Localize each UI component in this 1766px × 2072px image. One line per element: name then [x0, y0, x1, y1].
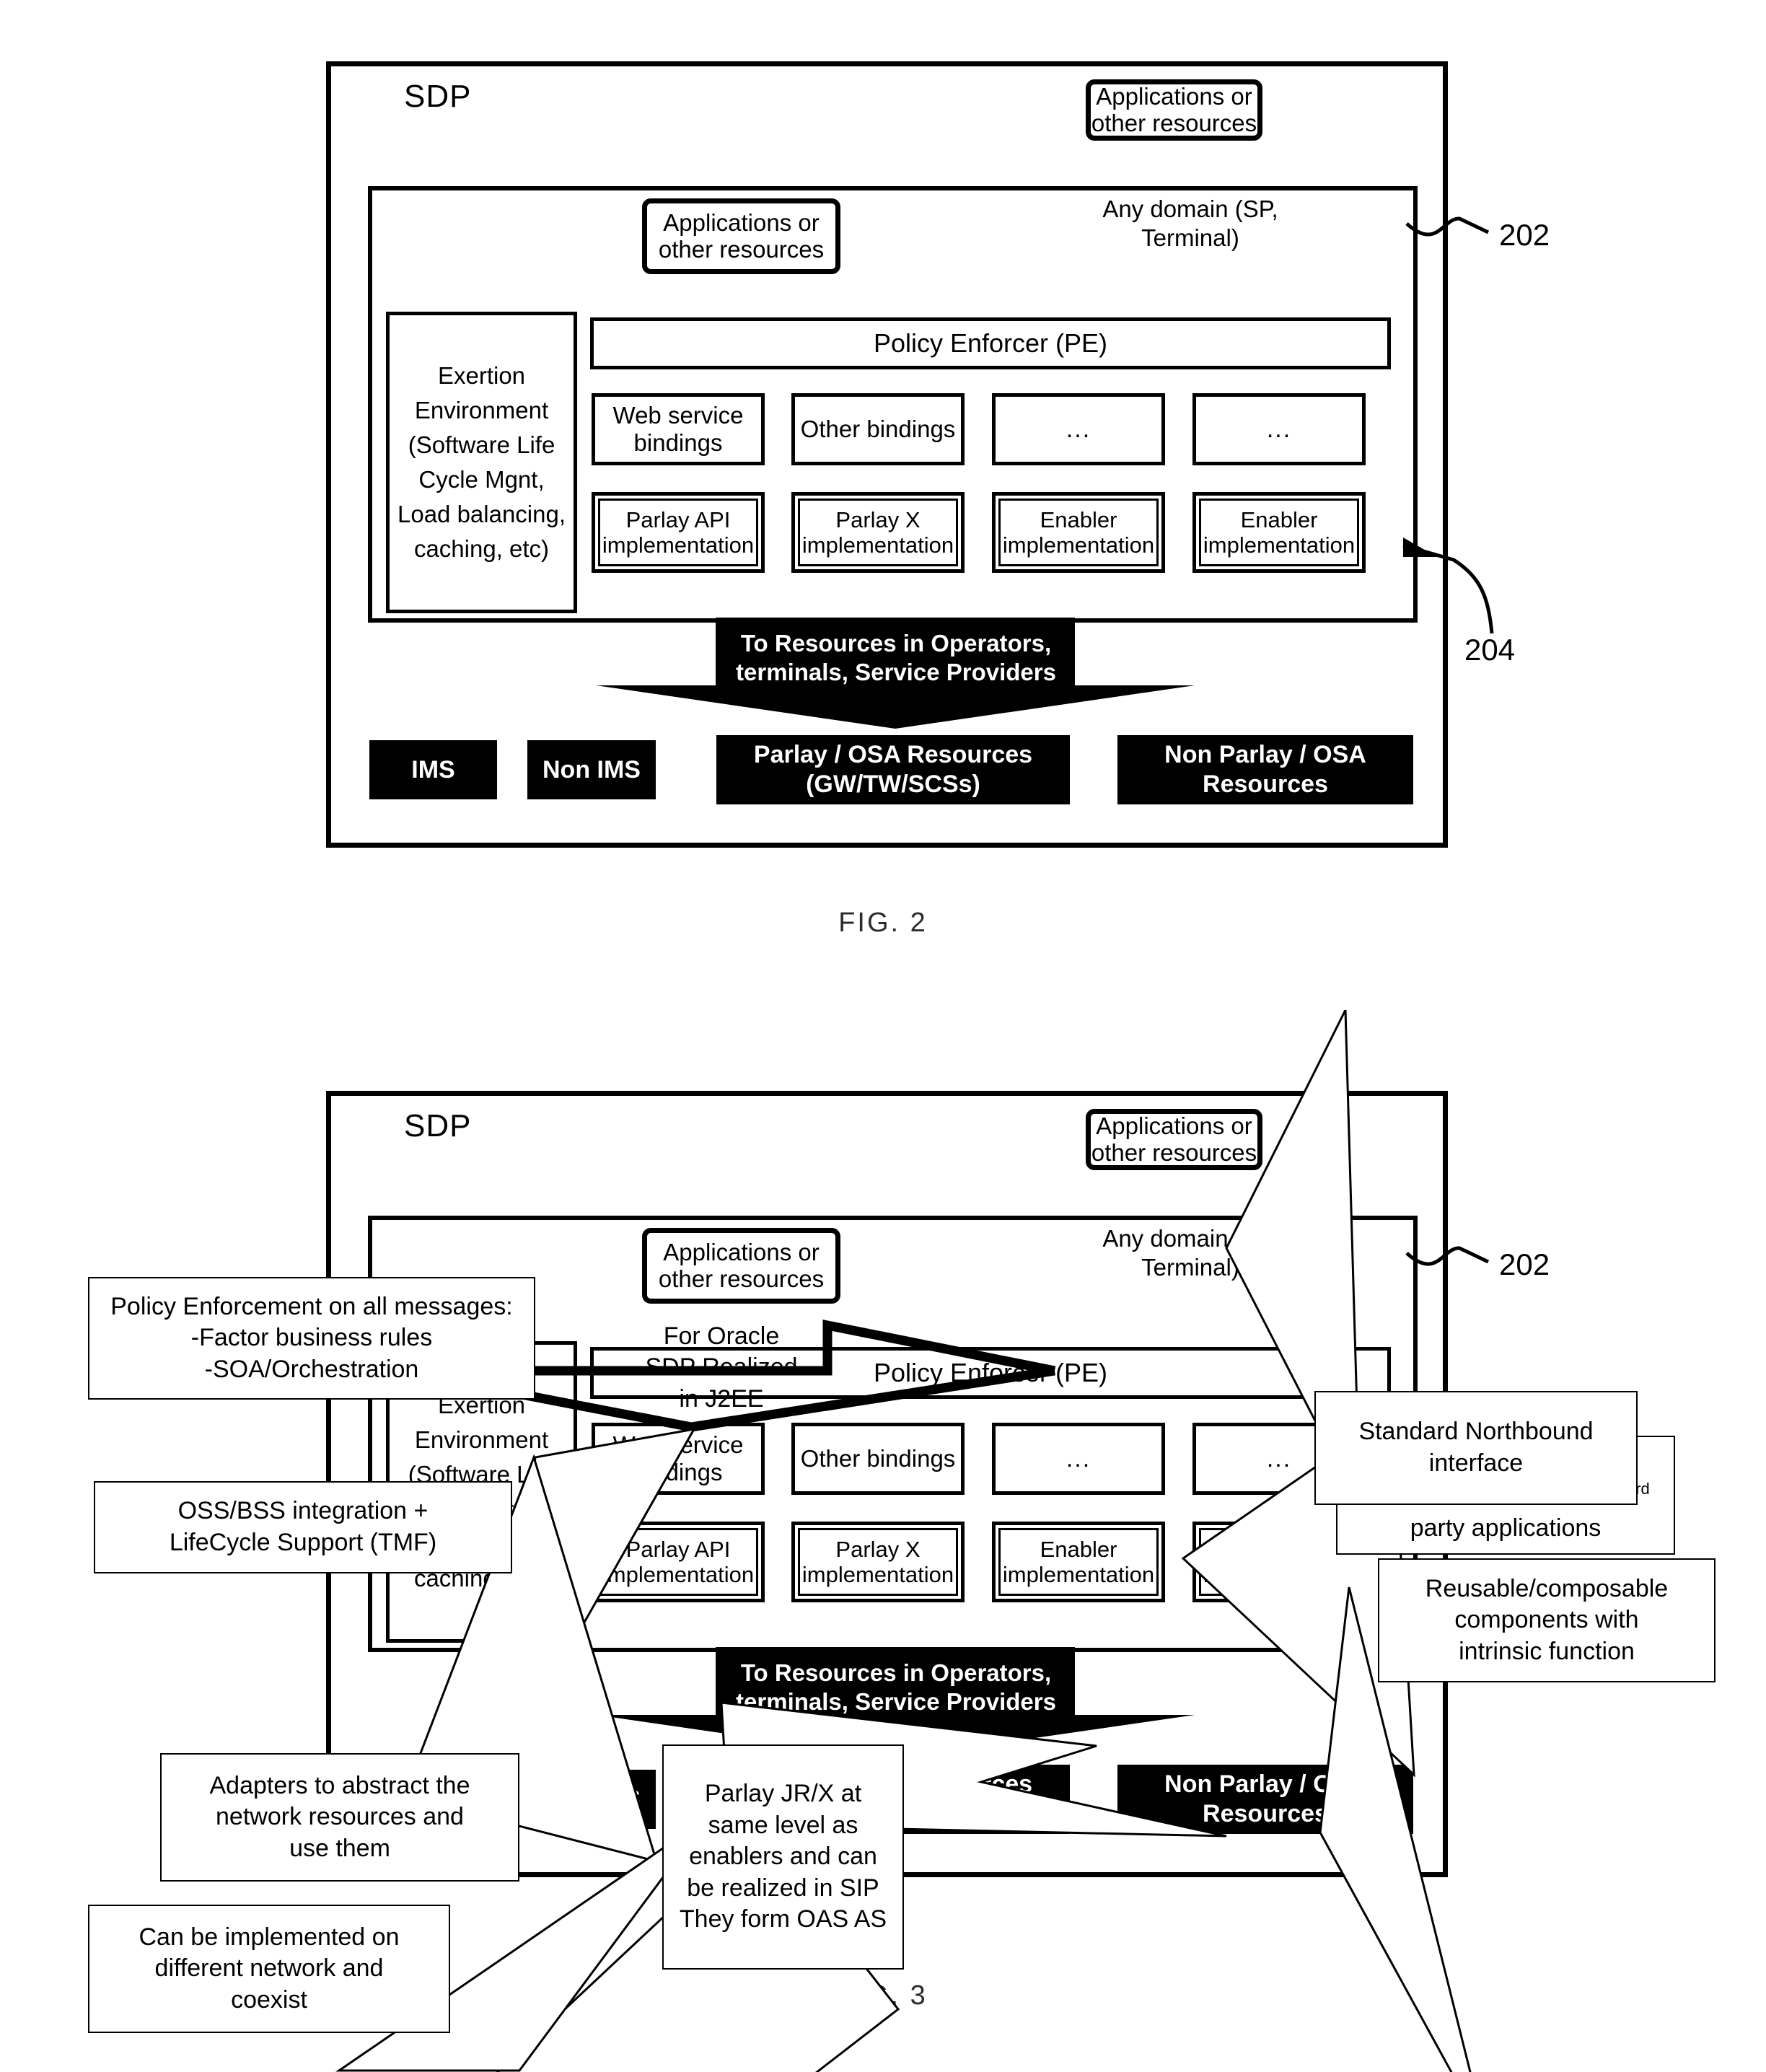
fig2-reference-202: 202: [1499, 218, 1550, 252]
fig3-resource-box-1: Non IMS: [527, 1770, 656, 1829]
fig3-implementation-box-2: Enabler implementation: [992, 1522, 1165, 1602]
fig3-binding-box-2: ...: [992, 1423, 1165, 1495]
fig3-callout-can-be-implemented: Can be implemented on different network …: [88, 1905, 450, 2033]
fig3-binding-label-1: Other bindings: [800, 1445, 956, 1472]
fig2-binding-label-0: Web service bindings: [612, 402, 744, 456]
fig3-arrow-label: To Resources in Operators, terminals, Se…: [736, 1659, 1056, 1715]
fig3-binding-label-0: Web service bindings: [612, 1431, 744, 1485]
fig3-callout-oss-bss: OSS/BSS integration + LifeCycle Support …: [94, 1481, 512, 1573]
fig3-implementation-label-3: Enabler implementation: [1203, 1536, 1356, 1587]
figure-2: SDP Applications or other resources Any …: [0, 0, 1766, 967]
fig2-implementation-box-1: Parlay X implementation: [791, 492, 965, 573]
fig2-policy-enforcer-box: Policy Enforcer (PE): [590, 317, 1391, 369]
fig3-callout-reusable-label: Reusable/composable components with intr…: [1425, 1574, 1669, 1665]
fig2-resource-box-2: Parlay / OSA Resources (GW/TW/SCSs): [716, 735, 1070, 804]
fig2-binding-box-3: ...: [1192, 393, 1366, 465]
fig2-policy-enforcer-label: Policy Enforcer (PE): [873, 328, 1108, 359]
fig3-implementation-label-1: Parlay X implementation: [801, 1536, 954, 1587]
fig3-callout-oracle-j2ee-label: For Oracle SDP Realized in J2EE: [645, 1322, 798, 1413]
fig3-resource-label-1: Non IMS: [542, 1785, 641, 1813]
fig3-binding-box-1: Other bindings: [791, 1423, 965, 1495]
fig2-reference-204: 204: [1464, 633, 1516, 667]
fig3-callout-parlay-jrx-label: Parlay JR/X at same level as enablers an…: [679, 1780, 887, 1933]
fig3-top-applications-label: Applications or other resources: [1091, 1112, 1257, 1166]
fig2-implementation-box-0: Parlay API implementation: [592, 492, 765, 573]
fig3-sdp-label: SDP: [404, 1108, 472, 1143]
figure-3: SDP Applications or other resources Any …: [0, 1010, 1766, 2072]
fig2-resource-label-1: Non IMS: [542, 755, 641, 783]
fig2-resource-label-0: IMS: [411, 755, 455, 783]
fig3-caption: FIG. 3: [838, 1980, 928, 2011]
fig3-binding-box-0: Web service bindings: [592, 1423, 765, 1495]
fig3-policy-enforcer-label: Policy Enforcer (PE): [873, 1358, 1108, 1388]
fig3-implementation-label-0: Parlay API implementation: [602, 1536, 755, 1587]
fig2-binding-label-1: Other bindings: [800, 416, 956, 443]
fig2-resource-box-1: Non IMS: [527, 740, 656, 799]
fig2-implementation-label-3: Enabler implementation: [1203, 506, 1356, 558]
fig3-resource-box-3: Non Parlay / OSA Resources: [1117, 1765, 1413, 1834]
fig2-binding-box-1: Other bindings: [791, 393, 965, 465]
fig2-implementation-label-1: Parlay X implementation: [801, 506, 954, 558]
fig2-resource-label-3: Non Parlay / OSA Resources: [1164, 741, 1366, 798]
fig3-inner-applications-label: Applications or other resources: [658, 1238, 825, 1292]
fig2-any-domain-label: Any domain (SP, Terminal): [1102, 196, 1278, 251]
fig2-binding-box-2: ...: [992, 393, 1165, 465]
fig2-arrow-label: To Resources in Operators, terminals, Se…: [736, 630, 1056, 685]
fig3-callout-northbound-label: Standard Northbound interface: [1358, 1418, 1594, 1477]
fig2-binding-label-2: ...: [1066, 415, 1091, 443]
fig3-any-domain-label: Any domain (SP, Terminal): [1102, 1225, 1278, 1281]
fig3-binding-label-3: ...: [1266, 1444, 1292, 1472]
fig2-inner-applications-box: Applications or other resources: [642, 198, 840, 274]
fig3-defines-line-3: party applications: [1410, 1514, 1602, 1542]
fig3-implementation-label-2: Enabler implementation: [1002, 1536, 1155, 1587]
fig3-callout-parlay-jrx: Parlay JR/X at same level as enablers an…: [662, 1744, 904, 1970]
fig3-callout-northbound-text: Standard Northbound interface: [1314, 1391, 1638, 1505]
fig3-callout-adapters: Adapters to abstract the network resourc…: [160, 1753, 519, 1882]
fig2-inner-applications-label: Applications or other resources: [658, 208, 825, 263]
fig3-defines-superscript: rd: [1635, 1480, 1650, 1498]
fig2-implementation-box-2: Enabler implementation: [992, 492, 1165, 573]
fig3-inner-applications-box: Applications or other resources: [642, 1228, 840, 1304]
fig3-callout-policy-enforcement: Policy Enforcement on all messages: -Fac…: [88, 1277, 535, 1400]
fig3-callout-adapters-label: Adapters to abstract the network resourc…: [209, 1771, 470, 1862]
fig2-sdp-label: SDP: [404, 79, 472, 114]
fig2-binding-label-3: ...: [1266, 415, 1292, 443]
fig2-implementation-label-0: Parlay API implementation: [602, 506, 755, 558]
fig3-implementation-box-0: Parlay API implementation: [592, 1522, 765, 1602]
fig3-reference-202: 202: [1499, 1247, 1550, 1281]
fig2-top-applications-box: Applications or other resources: [1086, 79, 1262, 141]
fig3-callout-oracle-j2ee: For Oracle SDP Realized in J2EE: [620, 1314, 822, 1421]
fig2-exertion-environment-label: Exertion Environment (Software Life Cycl…: [397, 362, 566, 562]
fig3-implementation-box-1: Parlay X implementation: [791, 1522, 965, 1602]
fig2-implementation-box-3: Enabler implementation: [1192, 492, 1366, 573]
fig3-binding-label-2: ...: [1066, 1444, 1091, 1472]
fig3-callout-oss-bss-label: OSS/BSS integration + LifeCycle Support …: [169, 1497, 437, 1556]
fig2-binding-box-0: Web service bindings: [592, 393, 765, 465]
fig2-top-applications-label: Applications or other resources: [1091, 82, 1257, 136]
fig2-caption: FIG. 2: [838, 908, 928, 938]
fig3-top-applications-box: Applications or other resources: [1086, 1109, 1262, 1170]
fig3-callout-can-be-implemented-label: Can be implemented on different network …: [139, 1923, 400, 2014]
fig3-resource-label-3: Non Parlay / OSA Resources: [1164, 1770, 1366, 1827]
fig2-resource-label-2: Parlay / OSA Resources (GW/TW/SCSs): [753, 741, 1033, 798]
fig2-implementation-label-2: Enabler implementation: [1002, 506, 1155, 558]
fig3-callout-policy-enforcement-label: Policy Enforcement on all messages: -Fac…: [110, 1292, 513, 1383]
fig2-resource-box-3: Non Parlay / OSA Resources: [1117, 735, 1413, 804]
fig2-exertion-environment-box: Exertion Environment (Software Life Cycl…: [386, 312, 577, 613]
fig3-callout-reusable: Reusable/composable components with intr…: [1378, 1558, 1716, 1682]
fig2-resource-box-0: IMS: [369, 740, 497, 799]
